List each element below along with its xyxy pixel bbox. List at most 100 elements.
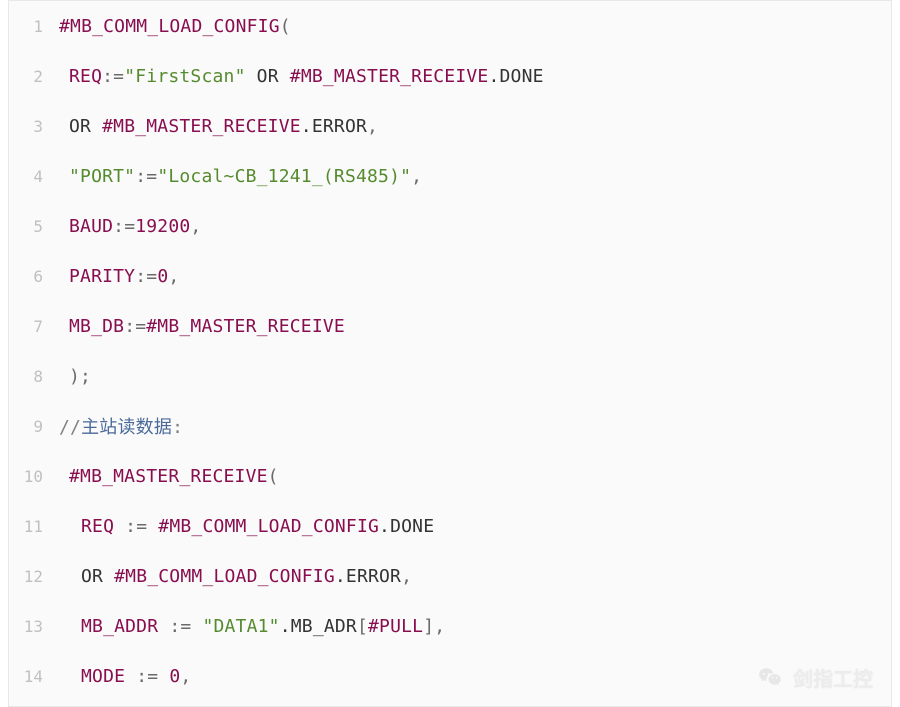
code-line: 13MB_ADDR := "DATA1".MB_ADR[#PULL], (9, 601, 891, 651)
code-content: BAUD:=19200, (53, 216, 201, 237)
code-line: 8); (9, 351, 891, 401)
token: , (367, 116, 378, 137)
token: MB_ADDR (81, 616, 158, 637)
line-number: 13 (9, 617, 53, 636)
token: "Local~CB_1241_(RS485)" (157, 166, 411, 187)
token (147, 516, 158, 537)
token: ) (69, 366, 80, 387)
code-content: REQ := #MB_COMM_LOAD_CONFIG.DONE (53, 516, 434, 537)
code-content: MODE := 0, (53, 666, 191, 687)
token: , (168, 266, 179, 287)
token (125, 666, 136, 687)
token: := (125, 516, 147, 537)
token: OR (69, 116, 91, 137)
token: [ (357, 616, 368, 637)
code-line: 5BAUD:=19200, (9, 201, 891, 251)
token: : (172, 417, 183, 438)
token: 19200 (135, 216, 190, 237)
token: // (59, 417, 81, 438)
token (158, 616, 169, 637)
token: #MB_MASTER_RECEIVE (69, 466, 268, 487)
token: .ERROR (301, 116, 367, 137)
token: .DONE (488, 66, 543, 87)
token (91, 116, 102, 137)
line-number: 12 (9, 567, 53, 586)
token: OR (257, 66, 279, 87)
code-line: 4"PORT":="Local~CB_1241_(RS485)", (9, 151, 891, 201)
token: REQ (69, 66, 102, 87)
code-content: PARITY:=0, (53, 266, 179, 287)
token: BAUD (69, 216, 113, 237)
token: , (401, 566, 412, 587)
line-number: 11 (9, 517, 53, 536)
token: , (190, 216, 201, 237)
token: PARITY (69, 266, 135, 287)
token: #MB_COMM_LOAD_CONFIG (59, 16, 280, 37)
code-content: OR #MB_COMM_LOAD_CONFIG.ERROR, (53, 566, 412, 587)
token: #PULL (368, 616, 423, 637)
token: #MB_MASTER_RECEIVE (290, 66, 489, 87)
token: 0 (169, 666, 180, 687)
code-line: 6PARITY:=0, (9, 251, 891, 301)
code-content: "PORT":="Local~CB_1241_(RS485)", (53, 166, 422, 187)
token: := (135, 166, 157, 187)
token: ( (280, 16, 291, 37)
code-line: 7MB_DB:=#MB_MASTER_RECEIVE (9, 301, 891, 351)
line-number: 8 (9, 367, 53, 386)
code-content: MB_ADDR := "DATA1".MB_ADR[#PULL], (53, 616, 445, 637)
token: := (135, 266, 157, 287)
code-content: //主站读数据: (53, 413, 183, 439)
token: .DONE (379, 516, 434, 537)
code-block: 1#MB_COMM_LOAD_CONFIG(2REQ:="FirstScan" … (8, 0, 892, 707)
code-line: 14MODE := 0, (9, 651, 891, 701)
token: #MB_MASTER_RECEIVE (146, 316, 345, 337)
code-line: 10#MB_MASTER_RECEIVE( (9, 451, 891, 501)
code-content: #MB_MASTER_RECEIVE( (53, 466, 279, 487)
line-number: 9 (9, 417, 53, 436)
token: MB_DB (69, 316, 124, 337)
line-number: 14 (9, 667, 53, 686)
code-line: 11REQ := #MB_COMM_LOAD_CONFIG.DONE (9, 501, 891, 551)
line-number: 2 (9, 67, 53, 86)
line-number: 10 (9, 467, 53, 486)
token: := (124, 316, 146, 337)
token (246, 66, 257, 87)
code-line: 12OR #MB_COMM_LOAD_CONFIG.ERROR, (9, 551, 891, 601)
token: , (411, 166, 422, 187)
token: ; (80, 366, 91, 387)
code-line: 1#MB_COMM_LOAD_CONFIG( (9, 1, 891, 51)
token: .MB_ADR (280, 616, 357, 637)
token: 0 (157, 266, 168, 287)
line-number: 3 (9, 117, 53, 136)
token: "FirstScan" (124, 66, 245, 87)
code-content: MB_DB:=#MB_MASTER_RECEIVE (53, 316, 345, 337)
token: OR (81, 566, 103, 587)
token: #MB_COMM_LOAD_CONFIG (114, 566, 335, 587)
token: := (102, 66, 124, 87)
token: := (169, 616, 191, 637)
token: , (180, 666, 191, 687)
code-content: #MB_COMM_LOAD_CONFIG( (53, 16, 291, 37)
token: "PORT" (69, 166, 135, 187)
code-line: 9//主站读数据: (9, 401, 891, 451)
line-number: 7 (9, 317, 53, 336)
line-number: 1 (9, 17, 53, 36)
code-line: 3OR #MB_MASTER_RECEIVE.ERROR, (9, 101, 891, 151)
token: ( (268, 466, 279, 487)
code-content: OR #MB_MASTER_RECEIVE.ERROR, (53, 116, 378, 137)
token: REQ (81, 516, 114, 537)
token (191, 616, 202, 637)
token: ] (423, 616, 434, 637)
token: #MB_COMM_LOAD_CONFIG (158, 516, 379, 537)
token: , (434, 616, 445, 637)
token: := (136, 666, 158, 687)
token (158, 666, 169, 687)
token: #MB_MASTER_RECEIVE (102, 116, 301, 137)
code-line: 2REQ:="FirstScan" OR #MB_MASTER_RECEIVE.… (9, 51, 891, 101)
token: 主站读数据 (81, 417, 172, 438)
line-number: 5 (9, 217, 53, 236)
token (114, 516, 125, 537)
token: .ERROR (335, 566, 401, 587)
code-content: REQ:="FirstScan" OR #MB_MASTER_RECEIVE.D… (53, 66, 544, 87)
token: := (113, 216, 135, 237)
